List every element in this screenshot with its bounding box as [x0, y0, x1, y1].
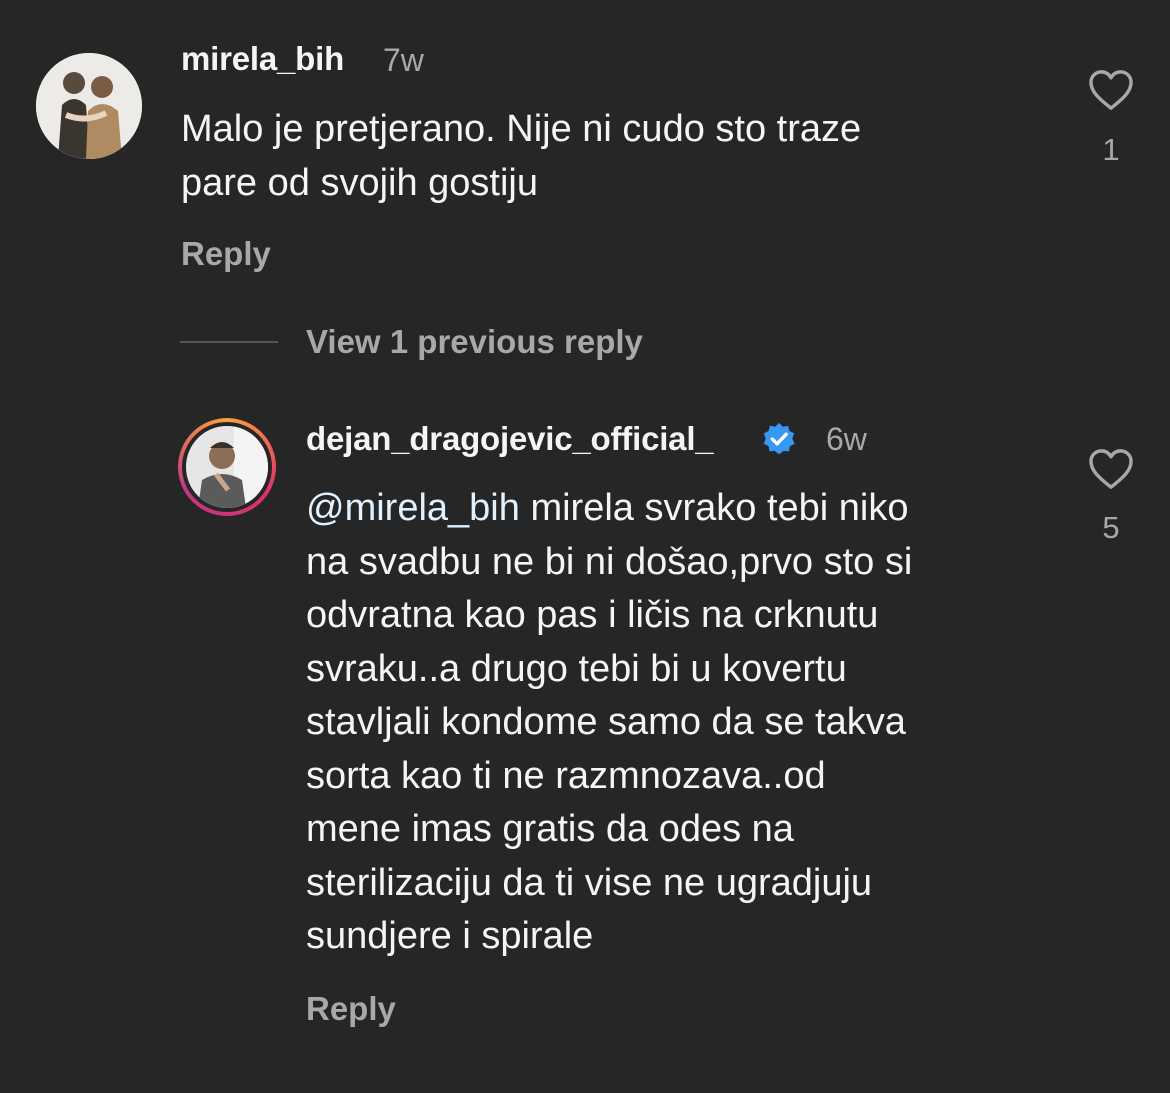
verified-badge-icon	[763, 422, 795, 455]
reply-avatar[interactable]	[182, 422, 272, 512]
reply-body: mirela svrako tebi niko na svadbu ne bi …	[306, 487, 913, 957]
comment-reply-button[interactable]: Reply	[181, 235, 271, 273]
comment-username[interactable]: mirela_bih	[181, 40, 344, 78]
reply-reply-button[interactable]: Reply	[306, 990, 396, 1028]
replies-divider-line	[180, 341, 278, 343]
heart-outline-icon	[1089, 449, 1133, 489]
heart-outline-icon	[1089, 70, 1133, 110]
reply-like-button[interactable]	[1088, 448, 1134, 495]
reply-mention[interactable]: @mirela_bih	[306, 487, 520, 529]
reply-text: @mirela_bih mirela svrako tebi niko na s…	[306, 482, 1066, 964]
avatar-photo	[36, 53, 142, 159]
comment-like-button[interactable]	[1088, 69, 1134, 116]
reply-username[interactable]: dejan_dragojevic_official_	[306, 420, 714, 458]
verified-badge	[760, 421, 798, 464]
comment-avatar[interactable]	[36, 53, 142, 159]
view-previous-replies-button[interactable]: View 1 previous reply	[306, 323, 643, 361]
comment-text: Malo je pretjerano. Nije ni cudo sto tra…	[181, 108, 862, 204]
reply-like-count: 5	[1102, 510, 1120, 545]
avatar-photo	[186, 426, 268, 508]
comment-like-count: 1	[1102, 132, 1120, 167]
comment-time: 7w	[383, 42, 424, 78]
reply-time: 6w	[826, 421, 867, 457]
